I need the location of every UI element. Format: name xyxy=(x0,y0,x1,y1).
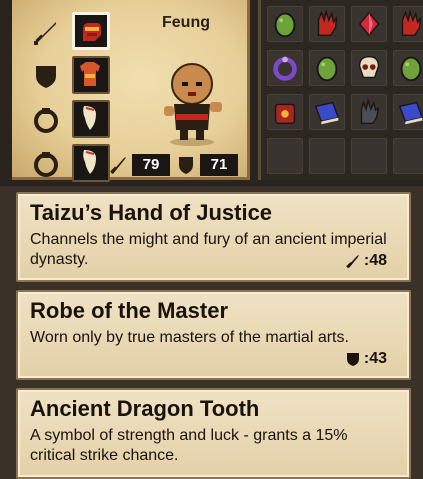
item-stat: :48 xyxy=(345,252,387,270)
accessory-slot-row xyxy=(32,100,112,140)
defense-stat: 71 xyxy=(176,152,238,178)
item-stat-value: :48 xyxy=(363,252,387,269)
dark-glove-icon xyxy=(360,98,380,125)
blue-book-icon xyxy=(398,101,423,125)
inventory-slot[interactable] xyxy=(393,50,423,86)
sword-icon xyxy=(34,22,56,45)
frame-right xyxy=(411,186,423,479)
inventory-slot[interactable] xyxy=(267,6,303,42)
inventory-slot[interactable] xyxy=(309,50,345,86)
accessory-equip-slot[interactable] xyxy=(72,144,110,182)
inventory-slot-empty[interactable] xyxy=(267,138,303,174)
inventory-slot-empty[interactable] xyxy=(309,138,345,174)
shield-icon xyxy=(36,66,56,88)
inventory-slot[interactable] xyxy=(309,6,345,42)
equipment-panel: Feung 79 71 xyxy=(0,0,423,186)
sword-icon xyxy=(110,157,126,174)
inventory-slot[interactable] xyxy=(393,94,423,130)
tooth-icon xyxy=(74,146,106,178)
item-card-weapon[interactable]: Taizu’s Hand of Justice Channels the mig… xyxy=(16,192,411,282)
inventory-slot[interactable] xyxy=(393,6,423,42)
hero-name: Feung xyxy=(162,14,210,31)
item-stat: :43 xyxy=(345,350,387,368)
accessory-equip-slot[interactable] xyxy=(72,100,110,138)
inventory-slot[interactable] xyxy=(267,94,303,130)
red-bag-icon xyxy=(274,103,296,125)
ring-icon xyxy=(34,152,58,177)
hero-portrait xyxy=(164,63,222,146)
green-egg-icon xyxy=(316,56,338,82)
robe-icon xyxy=(74,58,106,90)
attack-stat: 79 xyxy=(108,152,170,178)
item-title: Taizu’s Hand of Justice xyxy=(30,200,273,225)
tooth-icon xyxy=(74,102,106,134)
armor-slot-row xyxy=(32,56,112,96)
inventory-slot[interactable] xyxy=(351,6,387,42)
armor-equip-slot[interactable] xyxy=(72,56,110,94)
character-panel: Feung 79 71 xyxy=(12,0,250,182)
green-egg-icon xyxy=(400,56,422,82)
item-title: Robe of the Master xyxy=(30,298,229,323)
green-egg-icon xyxy=(274,12,296,38)
defense-value: 71 xyxy=(200,154,238,176)
item-title: Ancient Dragon Tooth xyxy=(30,396,260,421)
blue-book-icon xyxy=(314,101,340,125)
red-glove-icon xyxy=(75,15,107,47)
weapon-equip-slot[interactable] xyxy=(72,12,110,50)
attack-value: 79 xyxy=(132,154,170,176)
red-gem-icon xyxy=(358,11,380,37)
frame-left xyxy=(0,186,16,479)
item-description: Worn only by true masters of the martial… xyxy=(30,329,349,346)
inventory-slot[interactable] xyxy=(351,94,387,130)
sword-icon xyxy=(346,255,359,268)
inventory-slot[interactable] xyxy=(309,94,345,130)
weapon-slot-row xyxy=(32,12,112,52)
ring-icon xyxy=(34,108,58,133)
inventory-slot-empty[interactable] xyxy=(393,138,423,174)
inventory-slot-empty[interactable] xyxy=(351,138,387,174)
red-glove-icon xyxy=(317,9,338,37)
item-card-accessory[interactable]: Ancient Dragon Tooth A symbol of strengt… xyxy=(16,388,411,479)
item-card-armor[interactable]: Robe of the Master Worn only by true mas… xyxy=(16,290,411,380)
red-glove-icon xyxy=(401,9,422,37)
item-description: A symbol of strength and luck - grants a… xyxy=(30,427,348,464)
inventory-slot[interactable] xyxy=(351,50,387,86)
item-description: Channels the might and fury of an ancien… xyxy=(30,231,387,268)
purple-ring-icon xyxy=(273,56,297,81)
skull-icon xyxy=(358,55,380,79)
shield-icon xyxy=(346,353,359,366)
accessory-slot-row xyxy=(32,144,112,184)
item-stat-value: :43 xyxy=(363,350,387,367)
inventory-slot[interactable] xyxy=(267,50,303,86)
shield-icon xyxy=(179,157,193,174)
inventory-grid xyxy=(258,0,423,180)
